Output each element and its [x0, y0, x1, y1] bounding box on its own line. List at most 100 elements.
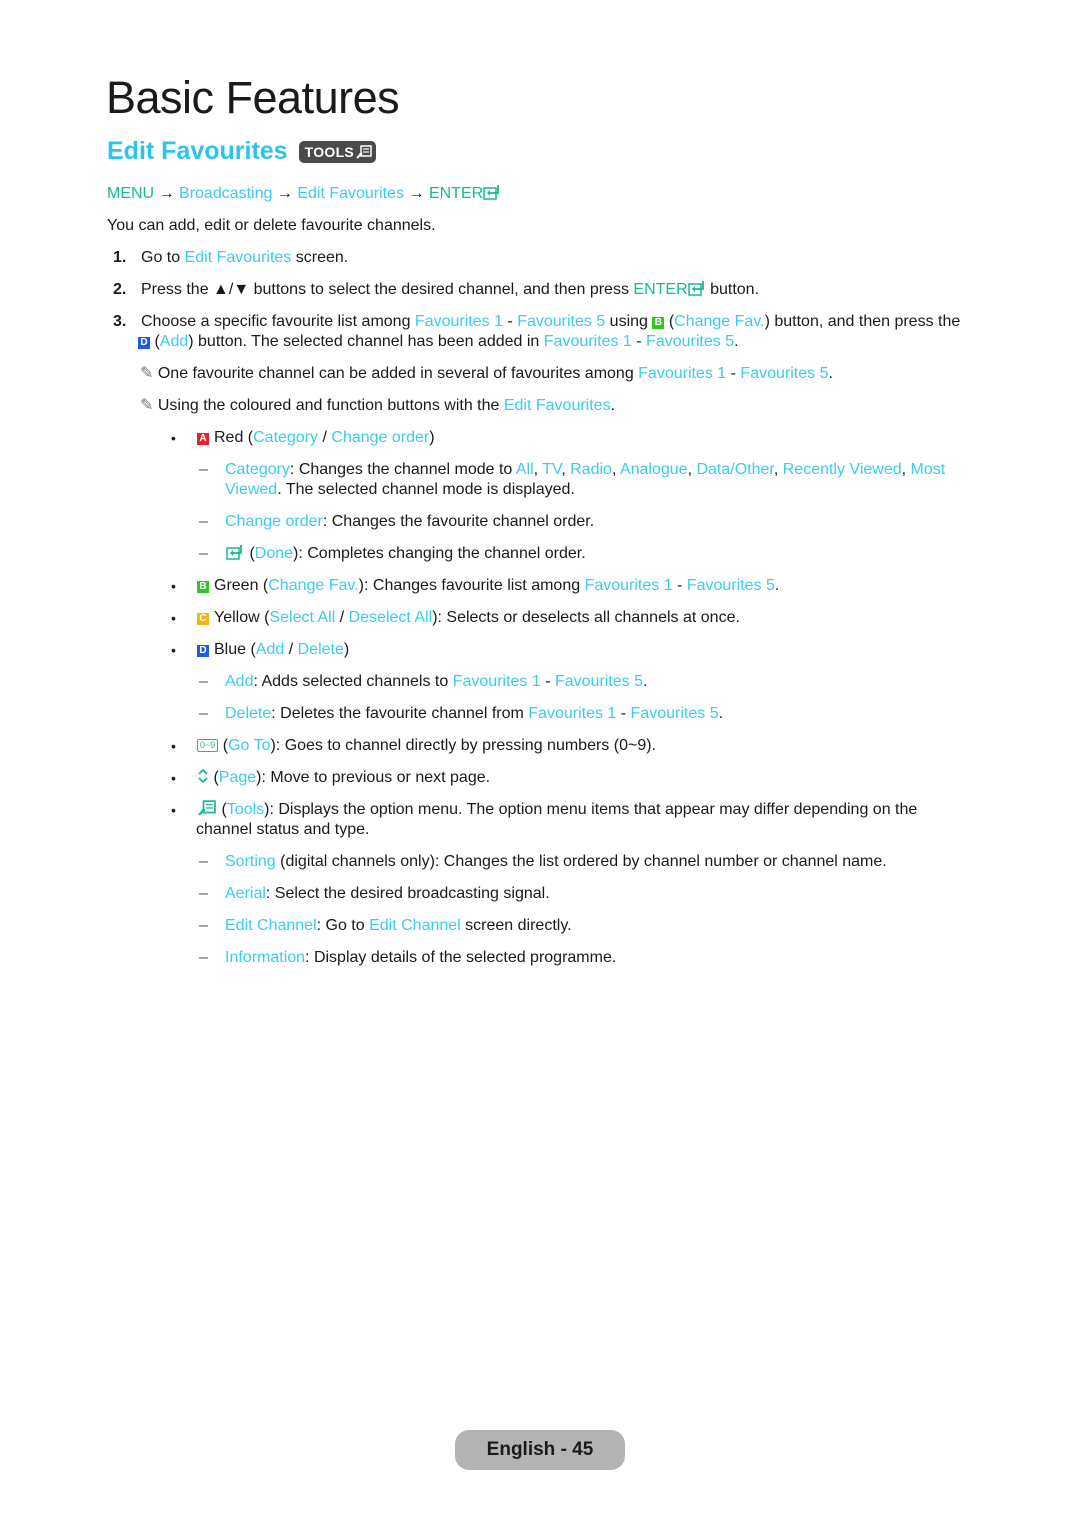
link-mode-most-viewed[interactable]: Most [911, 461, 946, 478]
link-page[interactable]: Page [219, 769, 256, 786]
text: - [616, 705, 631, 722]
page-title: Basic Features [106, 72, 400, 123]
breadcrumb-enter[interactable]: ENTER [429, 185, 483, 202]
step-3-line-1: Choose a specific favourite list among F… [141, 312, 960, 332]
link-edit-channel[interactable]: Edit Channel [369, 917, 461, 934]
link-favourites-1[interactable]: Favourites 1 [453, 673, 541, 690]
bullet-page: (Page): Move to previous or next page. [197, 768, 490, 788]
text: : Deletes the favourite channel from [271, 705, 529, 722]
text: ): Move to previous or next page. [256, 769, 491, 786]
link-add[interactable]: Add [225, 673, 253, 690]
sub-information: Information: Display details of the sele… [225, 948, 616, 968]
text: ( [218, 737, 229, 754]
link-favourites-1[interactable]: Favourites 1 [585, 577, 673, 594]
text: ( [209, 769, 219, 786]
link-change-order[interactable]: Change order [225, 513, 323, 530]
text: button. [705, 281, 760, 298]
link-aerial[interactable]: Aerial [225, 885, 266, 902]
link-mode-recently-viewed[interactable]: Recently Viewed [783, 461, 902, 478]
page-up-down-icon [198, 768, 208, 784]
link-mode-tv[interactable]: TV [542, 461, 561, 478]
link-category[interactable]: Category [253, 429, 318, 446]
link-category[interactable]: Category [225, 461, 290, 478]
sub-delete: Delete: Deletes the favourite channel fr… [225, 704, 723, 724]
link-favourites-5[interactable]: Favourites 5 [646, 333, 734, 350]
link-favourites-5[interactable]: Favourites 5 [555, 673, 643, 690]
link-favourites-1[interactable]: Favourites 1 [415, 313, 503, 330]
dash: – [199, 461, 208, 478]
text: : Go to [316, 917, 370, 934]
link-favourites-1[interactable]: Favourites 1 [528, 705, 616, 722]
note-pencil-icon: ✎ [140, 397, 154, 414]
enter-icon [687, 281, 704, 296]
dash: – [199, 705, 208, 722]
bullet: • [171, 738, 176, 754]
text: Choose a specific favourite list among [141, 313, 415, 330]
enter-key: ENTER [633, 281, 688, 298]
text: Blue ( [214, 641, 256, 658]
link-sorting[interactable]: Sorting [225, 853, 276, 870]
link-add[interactable]: Add [256, 641, 284, 658]
link-favourites-5[interactable]: Favourites 5 [517, 313, 605, 330]
text: One favourite channel can be added in se… [153, 365, 639, 382]
text: . The selected channel mode is displayed… [277, 481, 575, 498]
bullet-red: A Red (Category / Change order) [197, 428, 435, 448]
link-tools[interactable]: Tools [227, 801, 264, 818]
link-mode-data-other[interactable]: Data/Other [696, 461, 773, 478]
breadcrumb-edit-favourites[interactable]: Edit Favourites [297, 185, 404, 202]
link-done[interactable]: Done [255, 545, 293, 562]
link-favourites-5[interactable]: Favourites 5 [740, 365, 828, 382]
enter-icon [226, 545, 242, 560]
breadcrumb-broadcasting[interactable]: Broadcasting [179, 185, 272, 202]
text: ): Displays the option menu. The option … [264, 801, 918, 818]
bullet: • [171, 430, 176, 446]
link-change-fav[interactable]: Change Fav. [674, 313, 764, 330]
sub-done: (Done): Completes changing the channel o… [225, 544, 586, 564]
step-number: 3. [113, 313, 127, 330]
arrow: → [158, 185, 175, 202]
link-select-all[interactable]: Select All [269, 609, 335, 626]
bullet: • [171, 802, 176, 818]
text: ( [245, 545, 255, 562]
link-edit-favourites[interactable]: Edit Favourites [504, 397, 611, 414]
text: ): Selects or deselects all channels at … [432, 609, 740, 626]
step-1: Go to Edit Favourites screen. [141, 248, 348, 268]
link-change-fav[interactable]: Change Fav. [268, 577, 358, 594]
text: . [610, 397, 616, 414]
link-go-to[interactable]: Go To [228, 737, 270, 754]
link-favourites-5[interactable]: Favourites 5 [631, 705, 719, 722]
text: : Changes the channel mode to [289, 461, 516, 478]
text: / [284, 641, 298, 658]
link-delete[interactable]: Delete [225, 705, 271, 722]
link-mode-all[interactable]: All [516, 461, 534, 478]
link-mode-most-viewed[interactable]: Viewed [225, 481, 277, 498]
link-delete[interactable]: Delete [298, 641, 344, 658]
link-change-order[interactable]: Change order [331, 429, 429, 446]
number-keys-icon: 0~9 [197, 739, 219, 752]
dash: – [199, 949, 208, 966]
yellow-c-button-icon: C [197, 613, 209, 625]
sub-sorting: Sorting (digital channels only): Changes… [225, 852, 887, 872]
sub-change-order: Change order: Changes the favourite chan… [225, 512, 594, 532]
link-favourites-5[interactable]: Favourites 5 [687, 577, 775, 594]
link-edit-favourites[interactable]: Edit Favourites [185, 249, 292, 266]
bullet-goto: 0~9 (Go To): Goes to channel directly by… [197, 736, 656, 756]
link-deselect-all[interactable]: Deselect All [349, 609, 433, 626]
arrow: → [408, 185, 425, 202]
link-add[interactable]: Add [160, 333, 188, 350]
dash: – [199, 673, 208, 690]
tools-badge: TOOLS [298, 140, 377, 163]
step-number: 1. [113, 249, 127, 266]
link-information[interactable]: Information [225, 949, 305, 966]
link-favourites-1[interactable]: Favourites 1 [544, 333, 632, 350]
link-favourites-1[interactable]: Favourites 1 [638, 365, 726, 382]
bullet-yellow: C Yellow (Select All / Deselect All): Sel… [197, 608, 740, 628]
link-edit-channel[interactable]: Edit Channel [225, 917, 317, 934]
link-mode-radio[interactable]: Radio [570, 461, 612, 478]
tools-icon [198, 800, 216, 816]
step-3-line-2: D (Add) button. The selected channel has… [138, 332, 739, 352]
breadcrumb-menu[interactable]: MENU [107, 185, 154, 202]
bullet-tools-cont: channel status and type. [196, 821, 370, 838]
sub-category-cont: Viewed. The selected channel mode is dis… [225, 480, 575, 500]
link-mode-analogue[interactable]: Analogue [620, 461, 688, 478]
